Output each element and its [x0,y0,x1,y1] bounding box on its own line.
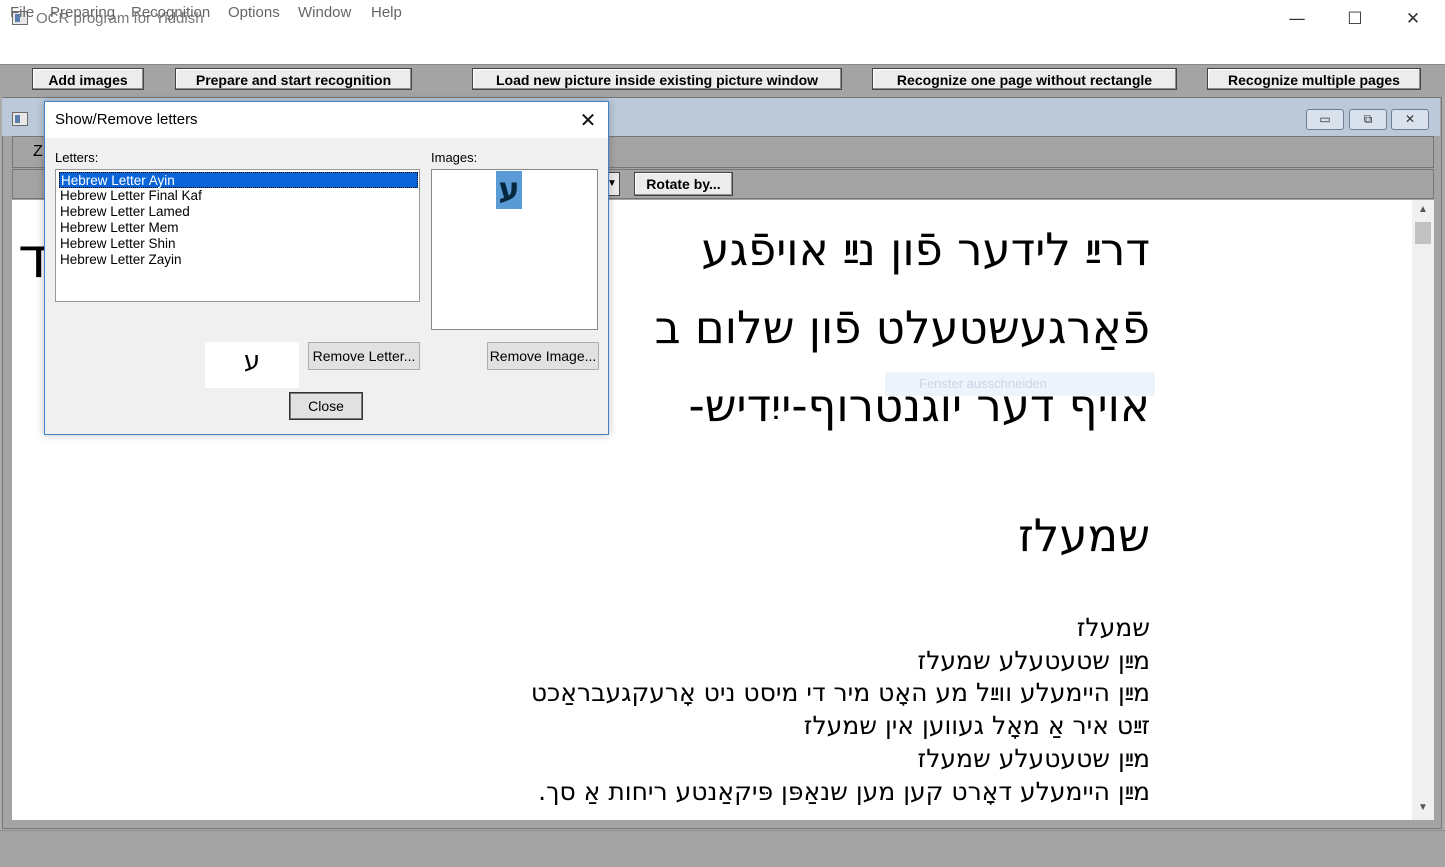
list-item-hebrew-letter-final-kaf[interactable]: Hebrew Letter Final Kaf [59,188,418,204]
poem-line-1: שמעלז [1076,613,1150,642]
images-label: Images: [431,150,478,165]
list-item-hebrew-letter-mem[interactable]: Hebrew Letter Mem [59,220,418,236]
menu-recognition[interactable]: Recognition [131,4,210,21]
heading-line-3: אויף דער יוגנטרוף-ייִדיש- [688,379,1150,432]
load-new-picture-button[interactable]: Load new picture inside existing picture… [472,68,842,90]
scroll-thumb[interactable] [1415,222,1431,244]
recognize-one-page-button[interactable]: Recognize one page without rectangle [872,68,1177,90]
picture-window-icon[interactable] [12,112,28,126]
letter-image-selected[interactable]: ע [496,171,522,209]
title-bar [0,0,1445,38]
recognize-multiple-pages-button[interactable]: Recognize multiple pages [1207,68,1421,90]
letter-preview-glyph: ע [243,346,261,376]
child-close-button[interactable]: ✕ [1391,109,1429,130]
status-bar [0,830,1445,867]
remove-letter-button[interactable]: Remove Letter... [308,342,420,370]
heading-line-2: פֿאַרגעשטעלט פֿון שלום ב [654,301,1150,354]
poem-line-3: מײַן היימעלע ווײַל מע האָט מיר די מיסט נ… [530,678,1150,707]
scroll-down-arrow[interactable]: ▼ [1415,802,1431,816]
list-item-hebrew-letter-shin[interactable]: Hebrew Letter Shin [59,236,418,252]
letters-label: Letters: [55,150,99,165]
menu-window[interactable]: Window [298,4,351,21]
poem-line-2: מײַן שטעטעלע שמעלז [917,646,1150,675]
list-item-hebrew-letter-ayin[interactable]: Hebrew Letter Ayin [59,172,418,188]
add-images-button[interactable]: Add images [32,68,144,90]
rotate-by-button[interactable]: Rotate by... [634,172,733,196]
maximize-button[interactable]: ☐ [1326,0,1384,38]
child-minimize-button[interactable]: ▭ [1306,109,1344,130]
dialog-close-icon[interactable]: ✕ [570,102,606,138]
remove-image-button[interactable]: Remove Image... [487,342,599,370]
poem-line-5: מײַן שטעטעלע שמעלז [917,744,1150,773]
prepare-start-recognition-button[interactable]: Prepare and start recognition [175,68,412,90]
menu-help[interactable]: Help [371,4,402,21]
menu-file[interactable]: File [10,4,34,21]
menu-options[interactable]: Options [228,4,280,21]
child-restore-button[interactable]: ⧉ [1349,109,1387,130]
close-button[interactable]: ✕ [1384,0,1442,38]
scroll-up-arrow[interactable]: ▲ [1415,204,1431,218]
dialog-title: Show/Remove letters [55,111,198,128]
poem-line-4: זײַט איר אַ מאָל געווען אין שמעלז [803,711,1150,740]
heading-line-1: דרײַ לידער פֿון נײַ אויפֿגע [701,223,1150,276]
poem-line-6: מײַן היימעלע דאָרט קען מען שנאַפּן פּיקא… [538,777,1150,806]
list-item-hebrew-letter-zayin[interactable]: Hebrew Letter Zayin [59,252,418,268]
menu-bar [0,38,1445,64]
menu-preparing[interactable]: Preparing [50,4,115,21]
list-item-hebrew-letter-lamed[interactable]: Hebrew Letter Lamed [59,204,418,220]
tab-fragment[interactable]: Z [33,143,43,161]
vertical-scrollbar[interactable] [1412,200,1434,820]
minimize-button[interactable]: — [1268,0,1326,38]
poem-title: שמעלז [1018,509,1150,562]
dialog-close-button[interactable]: Close [289,392,363,420]
